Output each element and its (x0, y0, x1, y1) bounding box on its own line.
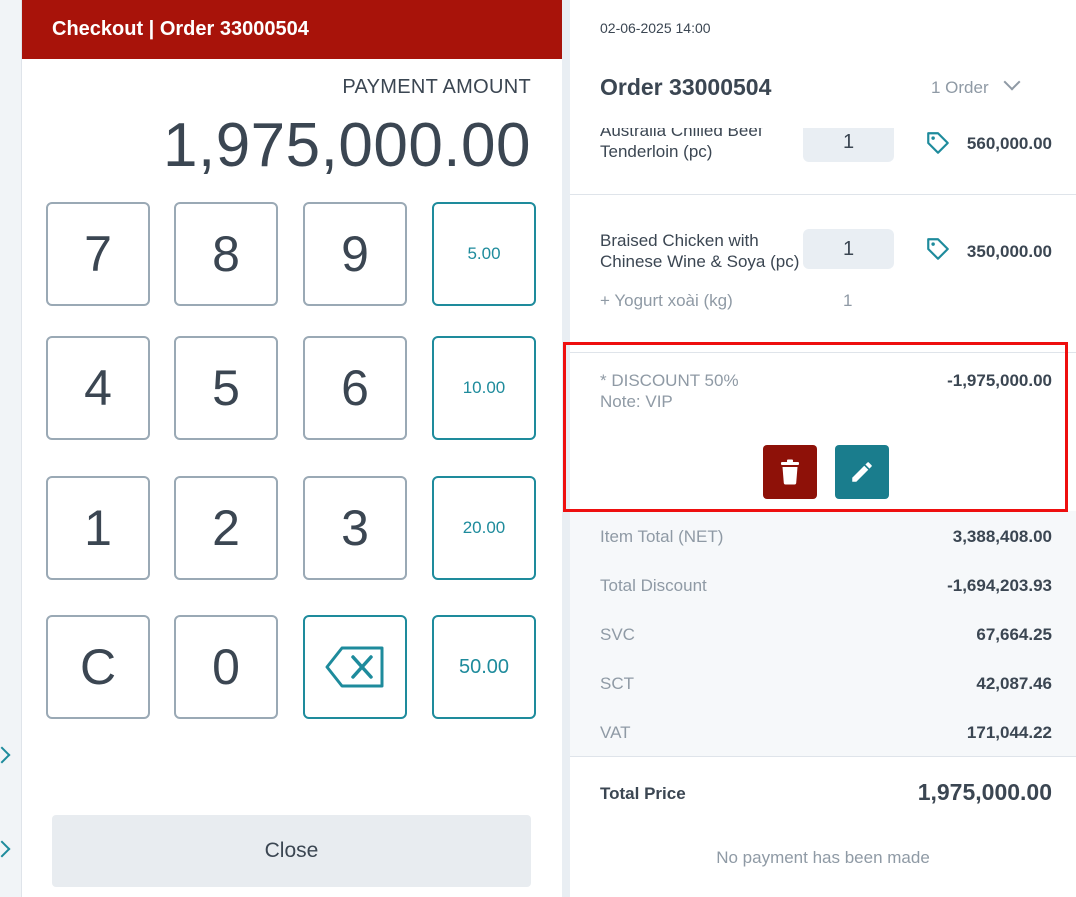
edit-discount-button[interactable] (835, 445, 889, 499)
summary-value: 171,044.22 (966, 723, 1052, 742)
total-price-label: Total Price (600, 784, 686, 803)
keypad-clear[interactable]: C (46, 615, 150, 719)
close-button[interactable]: Close (52, 815, 531, 887)
payment-amount-value: 1,975,000.00 (162, 111, 531, 180)
divider (570, 352, 1076, 353)
tag-icon[interactable] (925, 236, 951, 262)
order-title: Order 33000504 (600, 74, 772, 100)
summary-value: -1,694,203.93 (947, 576, 1052, 595)
checkout-title: Checkout | Order 33000504 (52, 18, 309, 40)
order-items-list[interactable]: Australia Chilled Beef Tenderloin (pc) 1… (570, 128, 1076, 511)
summary-label: Total Discount (600, 576, 707, 595)
keypad-5[interactable]: 5 (174, 336, 278, 440)
background-panel-strip (0, 0, 22, 897)
keypad-1[interactable]: 1 (46, 476, 150, 580)
keypad-6[interactable]: 6 (303, 336, 407, 440)
chevron-right-icon[interactable] (0, 746, 11, 764)
summary-value: 3,388,408.00 (952, 527, 1052, 546)
modifier-name: + Yogurt xoài (kg) (600, 291, 733, 310)
order-datetime: 02-06-2025 14:00 (600, 20, 711, 36)
summary-label: SVC (600, 625, 635, 644)
tag-icon[interactable] (925, 130, 951, 156)
divider (570, 194, 1076, 195)
order-item-price: 350,000.00 (966, 242, 1052, 261)
checkout-panel: Checkout | Order 33000504 PAYMENT AMOUNT… (22, 0, 562, 897)
quick-amount-50[interactable]: 50.00 (432, 615, 536, 719)
keypad-9[interactable]: 9 (303, 202, 407, 306)
order-count-selector[interactable]: 1 Order (931, 78, 989, 98)
discount-name: * DISCOUNT 50% (600, 371, 739, 390)
order-panel: 02-06-2025 14:00 Order 33000504 1 Order … (570, 0, 1076, 897)
backspace-icon (325, 646, 384, 688)
pencil-icon (852, 462, 872, 482)
summary-label: Item Total (NET) (600, 527, 724, 546)
payment-amount-label: PAYMENT AMOUNT (342, 76, 531, 98)
keypad-4[interactable]: 4 (46, 336, 150, 440)
keypad-3[interactable]: 3 (303, 476, 407, 580)
delete-discount-button[interactable] (763, 445, 817, 499)
trash-icon (781, 459, 799, 485)
keypad-0[interactable]: 0 (174, 615, 278, 719)
quick-amount-20[interactable]: 20.00 (432, 476, 536, 580)
order-item-name: Australia Chilled Beef Tenderloin (pc) (600, 128, 763, 161)
divider (570, 756, 1076, 757)
keypad-2[interactable]: 2 (174, 476, 278, 580)
payment-status: No payment has been made (716, 848, 930, 867)
summary-value: 67,664.25 (976, 625, 1052, 644)
discount-value: -1,975,000.00 (947, 371, 1052, 390)
order-item-price: 560,000.00 (966, 134, 1052, 153)
order-item-name: Braised Chicken with Chinese Wine & Soya… (600, 231, 800, 271)
chevron-down-icon[interactable] (1003, 73, 1021, 91)
price-summary: Item Total (NET) 3,388,408.00 Total Disc… (570, 511, 1076, 757)
quick-amount-5[interactable]: 5.00 (432, 202, 536, 306)
summary-label: VAT (600, 723, 631, 742)
keypad-8[interactable]: 8 (174, 202, 278, 306)
backspace-button[interactable] (303, 615, 407, 719)
summary-label: SCT (600, 674, 634, 693)
order-item-qty[interactable]: 1 (803, 229, 894, 269)
checkout-header: Checkout | Order 33000504 (22, 0, 562, 59)
keypad-7[interactable]: 7 (46, 202, 150, 306)
summary-value: 42,087.46 (976, 674, 1052, 693)
discount-note: Note: VIP (600, 392, 673, 411)
total-price-value: 1,975,000.00 (917, 779, 1052, 805)
chevron-right-icon[interactable] (0, 840, 11, 858)
order-item-qty[interactable]: 1 (803, 128, 894, 162)
modifier-qty: 1 (843, 291, 853, 310)
quick-amount-10[interactable]: 10.00 (432, 336, 536, 440)
